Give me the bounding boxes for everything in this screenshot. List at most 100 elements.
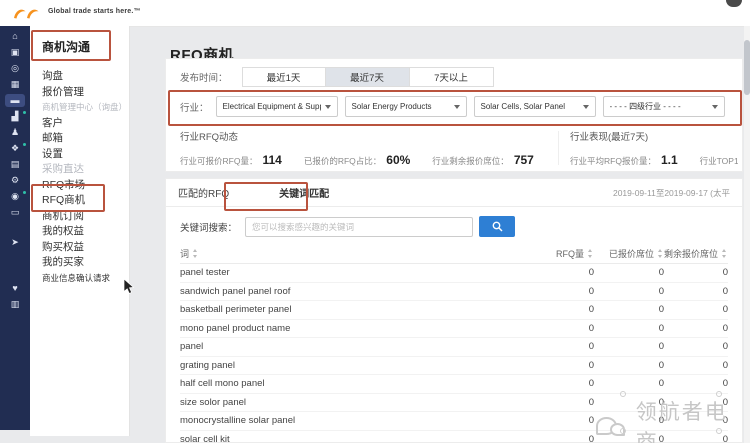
messages-icon[interactable]: ▬: [5, 94, 25, 107]
remaining-seats-cell: 0: [664, 267, 728, 278]
tab-keyword-match[interactable]: 关键词匹配: [279, 185, 329, 200]
contacts-icon[interactable]: ♟: [5, 126, 25, 139]
rfq-count-cell: 0: [494, 397, 594, 408]
heart-icon[interactable]: ♥: [5, 282, 25, 295]
table-row[interactable]: grating panel 0 0 0: [180, 357, 728, 376]
icon-sidebar: ⌂ ▣ ◎ ▦ ▬ ▟ ♟ ❖ ▤ ⚙ ◉ ▭ ➤ ♥ ▥: [0, 26, 30, 430]
notification-dot: [23, 111, 26, 114]
keyword-search-input[interactable]: 您可以搜索感兴趣的关键词: [245, 217, 473, 237]
stat-label: 已报价的RFQ占比：: [304, 155, 381, 167]
search-icon: [492, 221, 503, 232]
table-row[interactable]: panel 0 0 0: [180, 338, 728, 357]
location-icon[interactable]: ◎: [5, 62, 25, 75]
stat-value: 757: [514, 153, 534, 167]
sort-icon: [721, 249, 728, 258]
quoted-seats-cell: 0: [594, 304, 664, 315]
stat-value: 60%: [386, 153, 410, 167]
time-filter-over7days[interactable]: 7天以上: [410, 67, 494, 87]
sidebar-item-my-buyers[interactable]: 我的买家: [42, 255, 129, 271]
column-header-remaining-seats[interactable]: 剩余报价席位: [664, 247, 728, 260]
keyword-cell: solar cell kit: [180, 434, 494, 443]
rfq-count-cell: 0: [494, 434, 594, 443]
industry-select-level1[interactable]: Electrical Equipment & Supplies: [216, 96, 338, 117]
quoted-seats-cell: 0: [594, 341, 664, 352]
sidebar-item-opportunity-subscription[interactable]: 商机订阅: [42, 209, 129, 225]
industry-select-level4[interactable]: - - - - 四级行业 - - - -: [603, 96, 725, 117]
performance-section-title: 行业表现(最近7天): [570, 129, 738, 143]
watermark-dot: [716, 391, 722, 397]
table-row[interactable]: sandwich panel panel roof 0 0 0: [180, 283, 728, 302]
search-button[interactable]: [479, 216, 515, 237]
sort-icon: [587, 249, 594, 258]
network-icon[interactable]: ❖: [5, 142, 25, 155]
sidebar-item-my-benefits[interactable]: 我的权益: [42, 224, 129, 240]
chat-bubbles-icon: [596, 413, 630, 439]
rfq-count-cell: 0: [494, 378, 594, 389]
chevron-down-icon: [325, 105, 331, 109]
sidebar-item-inquiries[interactable]: 询盘: [42, 69, 129, 85]
secondary-sidebar: 商机沟通 询盘 报价管理 商机管理中心（询盘） 客户 邮箱 设置 采购直达 RF…: [30, 26, 130, 436]
tab-matched-rfq[interactable]: 匹配的RFQ: [178, 185, 229, 200]
header-tagline: Global trade starts here.™: [48, 8, 141, 15]
stat-value: 114: [262, 153, 281, 167]
sidebar-item-mail[interactable]: 邮箱: [42, 131, 129, 147]
remaining-seats-cell: 0: [664, 323, 728, 334]
scrollbar-track[interactable]: [744, 26, 750, 443]
sidebar-item-sourcing-direct[interactable]: 采购直达: [42, 162, 129, 178]
notifications-icon[interactable]: ◉: [5, 190, 25, 203]
orders-icon[interactable]: ▣: [5, 46, 25, 59]
documents-icon[interactable]: ▤: [5, 158, 25, 171]
keyword-cell: panel: [180, 341, 494, 352]
stat-label: 行业可报价RFQ量：: [180, 155, 257, 167]
keyword-cell: size solor panel: [180, 397, 494, 408]
keyword-cell: monocrystalline solar panel: [180, 415, 494, 426]
column-header-keyword[interactable]: 词: [180, 247, 494, 260]
industry-select-value: Electrical Equipment & Supplies: [223, 102, 321, 111]
sidebar-item-business-center[interactable]: 商机管理中心（询盘）: [42, 100, 129, 116]
home-icon[interactable]: ⌂: [5, 30, 25, 43]
stat-label: 行业TOP10平均RFQ: [700, 155, 738, 167]
settings-icon[interactable]: ⚙: [5, 174, 25, 187]
sidebar-item-buy-benefits[interactable]: 购买权益: [42, 240, 129, 256]
table-row[interactable]: panel tester 0 0 0: [180, 264, 728, 283]
industry-select-level2[interactable]: Solar Energy Products: [345, 96, 467, 117]
avatar-partial: [726, 0, 742, 7]
chevron-down-icon: [712, 105, 718, 109]
table-header-row: 词 RFQ量 已报价席位 剩余报价席位: [180, 243, 728, 264]
archive-icon[interactable]: ▥: [5, 298, 25, 311]
column-header-rfq-count[interactable]: RFQ量: [494, 247, 594, 260]
quoted-seats-cell: 0: [594, 267, 664, 278]
sidebar-item-business-info-request[interactable]: 商业信息确认请求: [42, 271, 129, 287]
sidebar-item-rfq-opportunities[interactable]: RFQ商机: [42, 193, 129, 209]
scrollbar-thumb[interactable]: [744, 40, 750, 95]
table-row[interactable]: basketball perimeter panel 0 0 0: [180, 301, 728, 320]
remaining-seats-cell: 0: [664, 304, 728, 315]
industry-select-level3[interactable]: Solar Cells, Solar Panel: [474, 96, 596, 117]
industry-rfq-stats: 行业RFQ动态 行业可报价RFQ量： 114 已报价的RFQ占比： 60% 行业…: [180, 129, 552, 167]
watermark-dot: [620, 428, 626, 434]
table-row[interactable]: half cell mono panel 0 0 0: [180, 375, 728, 394]
stat-avg-rfq-quotes: 行业平均RFQ报价量： 1.1: [570, 153, 678, 167]
sidebar-item-quote-management[interactable]: 报价管理: [42, 85, 129, 101]
send-icon[interactable]: ➤: [5, 236, 25, 249]
briefcase-icon[interactable]: ▭: [5, 206, 25, 219]
keyword-cell: basketball perimeter panel: [180, 304, 494, 315]
column-header-quoted-seats[interactable]: 已报价席位: [594, 247, 664, 260]
chevron-down-icon: [454, 105, 460, 109]
analytics-icon[interactable]: ▟: [5, 110, 25, 123]
chevron-down-icon: [583, 105, 589, 109]
industry-performance: 行业表现(最近7天) 行业平均RFQ报价量： 1.1 行业TOP10平均RFQ: [570, 129, 738, 167]
time-filter-last1day[interactable]: 最近1天: [242, 67, 326, 87]
sidebar-item-settings[interactable]: 设置: [42, 147, 129, 163]
table-row[interactable]: mono panel product name 0 0 0: [180, 320, 728, 339]
publish-time-row: 发布时间： 最近1天 最近7天 7天以上: [180, 67, 494, 87]
industry-select-value: - - - - 四级行业 - - - -: [610, 101, 681, 112]
sidebar-item-customers[interactable]: 客户: [42, 116, 129, 132]
time-filter-last7days[interactable]: 最近7天: [326, 67, 410, 87]
keyword-cell: half cell mono panel: [180, 378, 494, 389]
stat-remaining-seats: 行业剩余报价席位： 757: [432, 153, 534, 167]
apps-grid-icon[interactable]: ▦: [5, 78, 25, 91]
quoted-seats-cell: 0: [594, 360, 664, 371]
sidebar-item-rfq-market[interactable]: RFQ市场: [42, 178, 129, 194]
keyword-cell: mono panel product name: [180, 323, 494, 334]
